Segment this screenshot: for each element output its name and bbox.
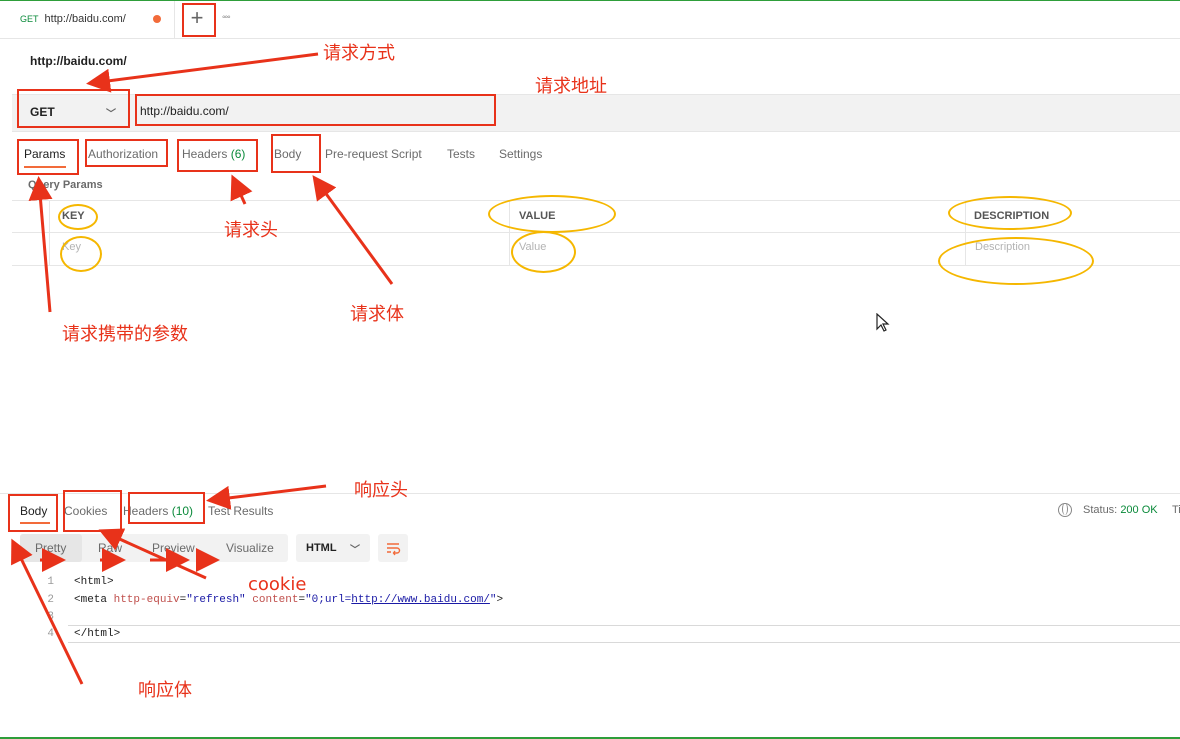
annotation-cookie: cookie: [248, 574, 307, 595]
annotation-arrow: [11, 538, 84, 685]
annotation-headers: 请求头: [224, 220, 278, 241]
annotation-params: 请求携带的参数: [62, 324, 188, 345]
annotation-arrow: [86, 52, 319, 93]
annotation-response-headers: 响应头: [354, 480, 408, 501]
window-border: [0, 0, 1180, 1]
annotation-arrow: [28, 176, 53, 313]
annotation-arrow: [312, 175, 394, 285]
annotation-arrow: [206, 484, 327, 510]
annotation-arrow: [230, 174, 253, 205]
annotation-arrow: [98, 528, 207, 580]
annotation-arrows: [11, 52, 394, 685]
annotation-response-body: 响应体: [138, 680, 192, 701]
annotation-address: 请求地址: [535, 76, 607, 97]
annotation-body: 请求体: [350, 304, 404, 325]
annotation-method: 请求方式: [323, 43, 395, 64]
